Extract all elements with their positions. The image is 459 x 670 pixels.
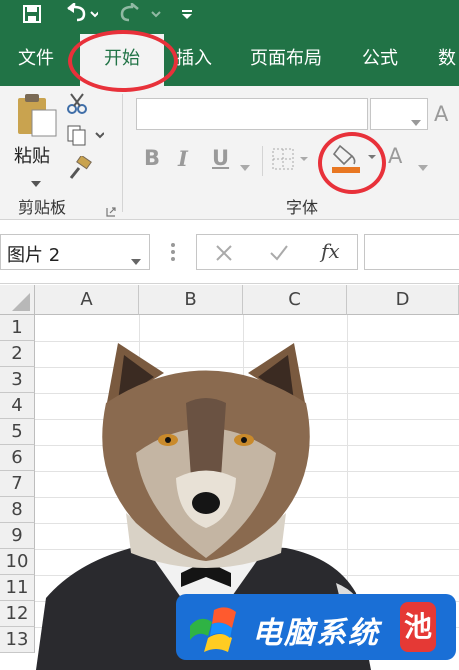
select-all-corner[interactable] (0, 285, 35, 315)
row-header-8[interactable]: 8 (0, 497, 35, 523)
tab-insert[interactable]: 插入 (176, 34, 212, 86)
tab-page-layout[interactable]: 页面布局 (250, 34, 322, 86)
row-header-11[interactable]: 11 (0, 575, 35, 601)
row-header-2[interactable]: 2 (0, 341, 35, 367)
chevron-down-icon[interactable] (418, 156, 428, 175)
borders-icon[interactable] (272, 148, 312, 174)
row-header-9[interactable]: 9 (0, 523, 35, 549)
formula-button-group: fx (196, 234, 358, 270)
row-header-3[interactable]: 3 (0, 367, 35, 393)
row-header-7[interactable]: 7 (0, 471, 35, 497)
font-color-button[interactable]: A (388, 144, 402, 168)
cut-icon[interactable] (66, 92, 88, 118)
name-box-value: 图片 2 (7, 245, 61, 266)
paste-icon (14, 92, 60, 142)
row-header-1[interactable]: 1 (0, 315, 35, 341)
highlight-ring-fill-color (318, 132, 386, 194)
more-options-icon[interactable] (170, 242, 176, 266)
formula-bar: 图片 2 fx (0, 220, 459, 284)
format-painter-icon[interactable] (68, 154, 92, 184)
row-header-6[interactable]: 6 (0, 445, 35, 471)
formula-input[interactable] (364, 234, 459, 270)
copy-icon[interactable] (66, 124, 105, 150)
redo-icon[interactable] (118, 0, 162, 28)
tab-formulas[interactable]: 公式 (362, 34, 398, 86)
clipboard-group-label: 剪贴板 (18, 198, 67, 217)
underline-button[interactable]: U (212, 146, 229, 170)
watermark-text: 电脑系统 (252, 616, 380, 651)
group-separator (122, 94, 123, 212)
italic-button[interactable]: I (178, 146, 188, 171)
group-separator (262, 146, 263, 176)
paste-label: 粘贴 (14, 146, 50, 167)
save-icon[interactable] (22, 0, 42, 28)
chevron-down-icon (131, 250, 141, 269)
grow-font-button[interactable]: A (434, 102, 448, 126)
row-header-12[interactable]: 12 (0, 601, 35, 627)
quick-access-toolbar (0, 0, 459, 34)
name-box[interactable]: 图片 2 (0, 234, 150, 270)
column-header-d[interactable]: D (347, 285, 459, 315)
watermark-logo: 电脑系统 池 (176, 594, 456, 660)
customize-qat-icon[interactable] (180, 0, 194, 28)
enter-icon[interactable] (269, 244, 289, 266)
gridline (35, 341, 459, 342)
windows-logo-icon (186, 600, 240, 658)
dialog-launcher-icon[interactable] (106, 202, 116, 221)
column-header-a[interactable]: A (35, 285, 139, 315)
chevron-down-icon (31, 172, 41, 191)
font-group-label: 字体 (286, 198, 319, 217)
ribbon-home: 粘贴 剪贴板 A B I U A 字体 (0, 86, 459, 220)
chevron-down-icon (411, 111, 421, 130)
watermark-badge: 池 (400, 602, 436, 652)
cancel-icon[interactable] (215, 244, 233, 266)
tab-file[interactable]: 文件 (18, 34, 54, 86)
insert-function-button[interactable]: fx (321, 239, 340, 263)
chevron-down-icon[interactable] (240, 156, 250, 175)
row-header-5[interactable]: 5 (0, 419, 35, 445)
row-header-4[interactable]: 4 (0, 393, 35, 419)
highlight-ring-home-tab (68, 30, 178, 92)
paste-button[interactable]: 粘贴 (12, 92, 62, 187)
undo-icon[interactable] (64, 0, 98, 28)
font-name-box[interactable] (136, 98, 368, 130)
row-header-13[interactable]: 13 (0, 627, 35, 653)
column-header-c[interactable]: C (243, 285, 347, 315)
tab-data[interactable]: 数 (438, 34, 456, 86)
bold-button[interactable]: B (144, 146, 160, 170)
row-header-10[interactable]: 10 (0, 549, 35, 575)
font-size-box[interactable] (370, 98, 428, 130)
column-header-b[interactable]: B (139, 285, 243, 315)
